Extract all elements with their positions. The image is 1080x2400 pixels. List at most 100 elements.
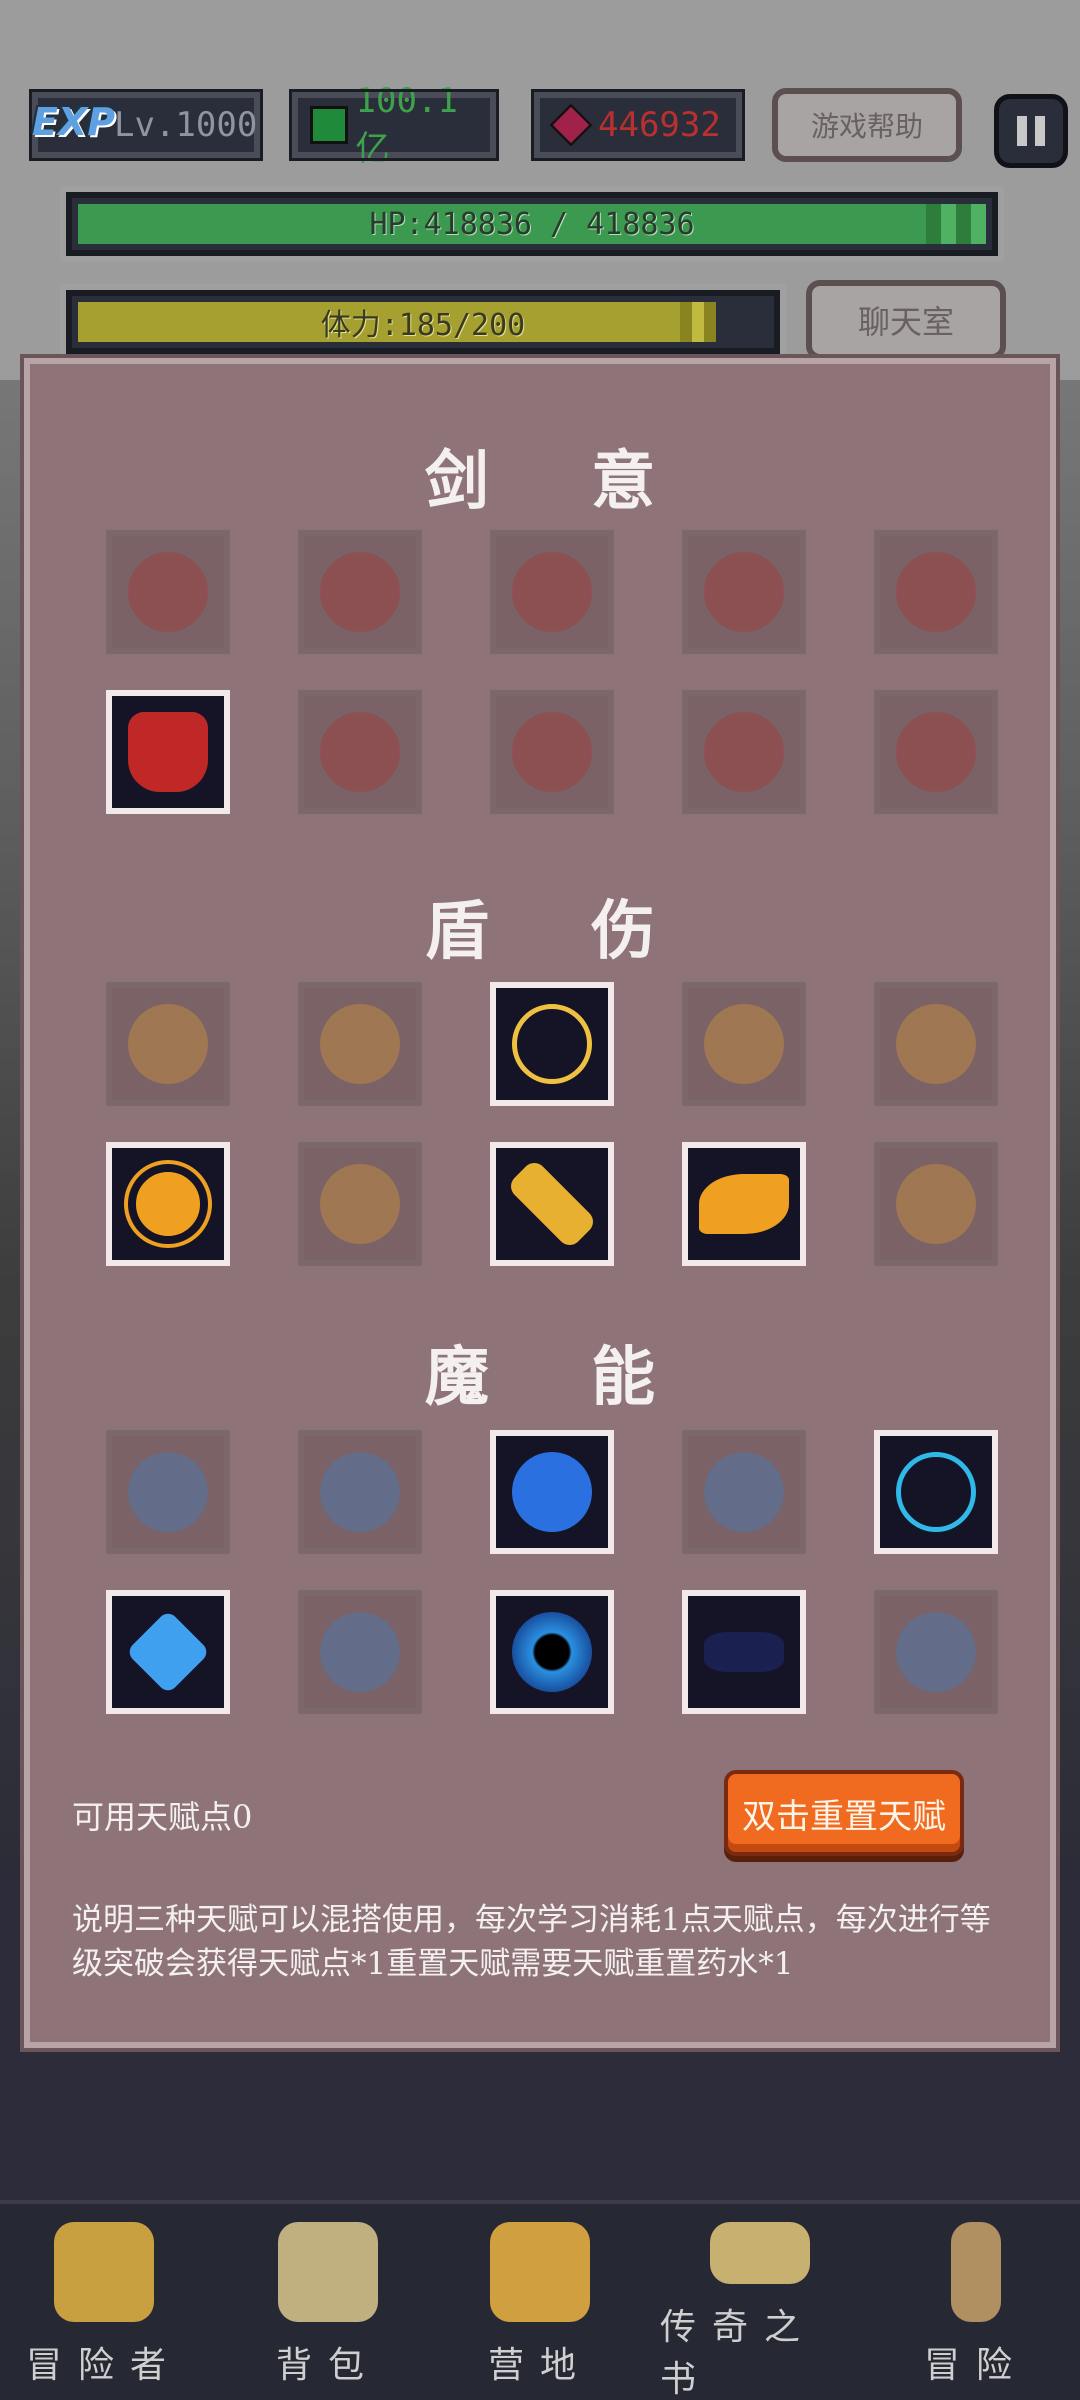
- section-title-sword: 剑 意: [424, 445, 696, 519]
- bottom-nav: 冒险者 背包 营地 传奇之书 冒险: [0, 2200, 1080, 2400]
- swirl-talent-icon: [320, 1452, 400, 1532]
- hp-text: HP:418836 / 418836: [369, 206, 695, 242]
- pause-icon: [1017, 116, 1027, 146]
- blood-talent-icon: [512, 712, 592, 792]
- chat-room-button[interactable]: 聊天室: [806, 280, 1006, 360]
- gem-value: 100.1亿: [355, 80, 458, 169]
- backpack-icon: [278, 2222, 378, 2322]
- orb-talent-icon: [704, 1004, 784, 1084]
- blade-talent-icon: [512, 552, 592, 632]
- talent-shield-7[interactable]: [298, 1142, 422, 1266]
- nav-legend-book[interactable]: 传奇之书: [660, 2222, 860, 2400]
- talent-sword-10[interactable]: [874, 690, 998, 814]
- pillar-talent-icon: [128, 1452, 208, 1532]
- sign-talent-icon: [320, 1004, 400, 1084]
- talent-sword-6[interactable]: [106, 690, 230, 814]
- star-ring-talent-icon: [512, 1004, 592, 1084]
- available-talent-points: 可用天赋点0: [72, 1798, 253, 1836]
- talent-magic-5[interactable]: [874, 1430, 998, 1554]
- nav-camp[interactable]: 营地: [440, 2222, 640, 2400]
- talent-shield-6[interactable]: [106, 1142, 230, 1266]
- talent-sword-3[interactable]: [490, 530, 614, 654]
- game-help-button[interactable]: 游戏帮助: [772, 88, 962, 162]
- stamina-text: 体力:185/200: [320, 308, 526, 343]
- sword-icon: [951, 2222, 1001, 2322]
- talent-magic-8[interactable]: [490, 1590, 614, 1714]
- talent-sword-5[interactable]: [874, 530, 998, 654]
- coin-talent-icon: [124, 1160, 212, 1248]
- ruby-icon: [549, 103, 593, 147]
- talent-magic-4[interactable]: [682, 1430, 806, 1554]
- level-display: EXP Lv.1000: [29, 89, 263, 161]
- talent-shield-2[interactable]: [298, 982, 422, 1106]
- talent-magic-1[interactable]: [106, 1430, 230, 1554]
- nav-label: 冒险者: [25, 2345, 182, 2386]
- star-talent-icon: [320, 552, 400, 632]
- nav-adventure[interactable]: 冒险: [876, 2222, 1076, 2400]
- level-text: Lv.1000: [114, 105, 258, 145]
- talent-shield-3[interactable]: [490, 982, 614, 1106]
- eye-talent-icon: [699, 1174, 789, 1234]
- ruby-value: 446932: [598, 105, 721, 145]
- rock-talent-icon: [320, 1164, 400, 1244]
- talent-sword-8[interactable]: [490, 690, 614, 814]
- fist-talent-icon: [128, 712, 208, 792]
- ring-talent-icon: [320, 712, 400, 792]
- vortex-talent-icon: [512, 1612, 592, 1692]
- reset-talent-button[interactable]: 双击重置天赋: [724, 1770, 964, 1856]
- talent-sword-2[interactable]: [298, 530, 422, 654]
- exp-badge-icon: EXP: [32, 100, 116, 144]
- emerald-icon: [310, 106, 348, 144]
- talent-shield-1[interactable]: [106, 982, 230, 1106]
- meteor-talent-icon: [896, 1004, 976, 1084]
- talent-magic-6[interactable]: [106, 1590, 230, 1714]
- nav-backpack[interactable]: 背包: [228, 2222, 428, 2400]
- book-icon: [710, 2222, 810, 2284]
- heart-talent-icon: [704, 552, 784, 632]
- banner-icon: [490, 2222, 590, 2322]
- talent-sword-4[interactable]: [682, 530, 806, 654]
- talent-sword-1[interactable]: [106, 530, 230, 654]
- stamina-bar: 体力:185/200: [60, 284, 786, 360]
- bullet-talent-icon: [506, 1158, 598, 1250]
- talent-magic-7[interactable]: [298, 1590, 422, 1714]
- talent-shield-10[interactable]: [874, 1142, 998, 1266]
- nav-label: 背包: [275, 2345, 380, 2386]
- gem-counter: 100.1亿: [289, 81, 499, 169]
- talent-description: 说明三种天赋可以混搭使用，每次学习消耗1点天赋点，每次进行等级突破会获得天赋点*…: [72, 1902, 991, 1982]
- section-title-magic: 魔 能: [424, 1341, 696, 1415]
- crown-helmet-icon: [54, 2222, 154, 2322]
- talent-shield-5[interactable]: [874, 982, 998, 1106]
- brain-talent-icon: [512, 1452, 592, 1532]
- nav-label: 冒险: [923, 2345, 1028, 2386]
- target-talent-icon: [896, 1612, 976, 1692]
- talent-magic-3[interactable]: [490, 1430, 614, 1554]
- paw-talent-icon: [128, 1004, 208, 1084]
- talent-shield-4[interactable]: [682, 982, 806, 1106]
- bubbles-talent-icon: [896, 1452, 976, 1532]
- section-title-shield: 盾 伤: [424, 895, 696, 969]
- talent-sword-7[interactable]: [298, 690, 422, 814]
- talent-magic-2[interactable]: [298, 1430, 422, 1554]
- talent-magic-9[interactable]: [682, 1590, 806, 1714]
- nav-label: 营地: [487, 2345, 592, 2386]
- talent-magic-10[interactable]: [874, 1590, 998, 1714]
- talent-sword-9[interactable]: [682, 690, 806, 814]
- nav-label: 传奇之书: [660, 2307, 817, 2400]
- nav-adventurer[interactable]: 冒险者: [4, 2222, 204, 2400]
- sword-talent-icon: [128, 552, 208, 632]
- wing-talent-icon: [896, 1164, 976, 1244]
- crosshair-talent-icon: [896, 712, 976, 792]
- ruby-counter: 446932: [531, 89, 745, 161]
- talent-shield-8[interactable]: [490, 1142, 614, 1266]
- pause-icon-bar: [1035, 116, 1045, 146]
- claw-talent-icon: [896, 552, 976, 632]
- hp-bar: HP:418836 / 418836: [60, 186, 1004, 262]
- wave-talent-icon: [704, 1452, 784, 1532]
- talent-shield-9[interactable]: [682, 1142, 806, 1266]
- crystal-talent-icon: [125, 1609, 211, 1695]
- mask-talent-icon: [704, 1632, 784, 1672]
- pause-button[interactable]: [994, 94, 1068, 168]
- fang-talent-icon: [704, 712, 784, 792]
- shard-talent-icon: [320, 1612, 400, 1692]
